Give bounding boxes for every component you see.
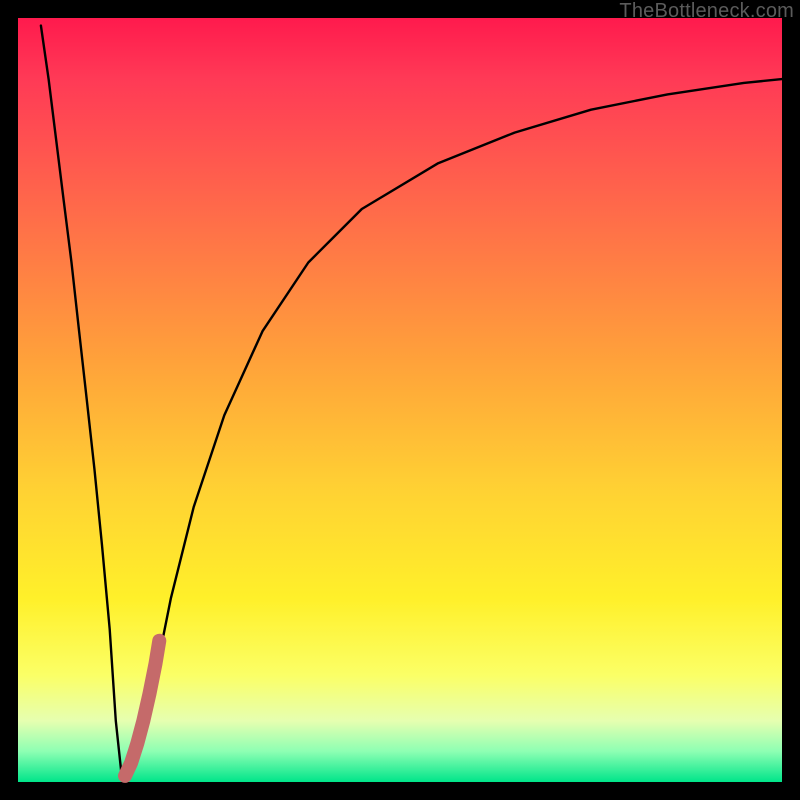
chart-svg: [18, 18, 782, 782]
watermark-text: TheBottleneck.com: [619, 0, 794, 23]
plot-area: [18, 18, 782, 782]
chart-frame: TheBottleneck.com: [0, 0, 800, 800]
highlight-segment: [125, 641, 159, 776]
